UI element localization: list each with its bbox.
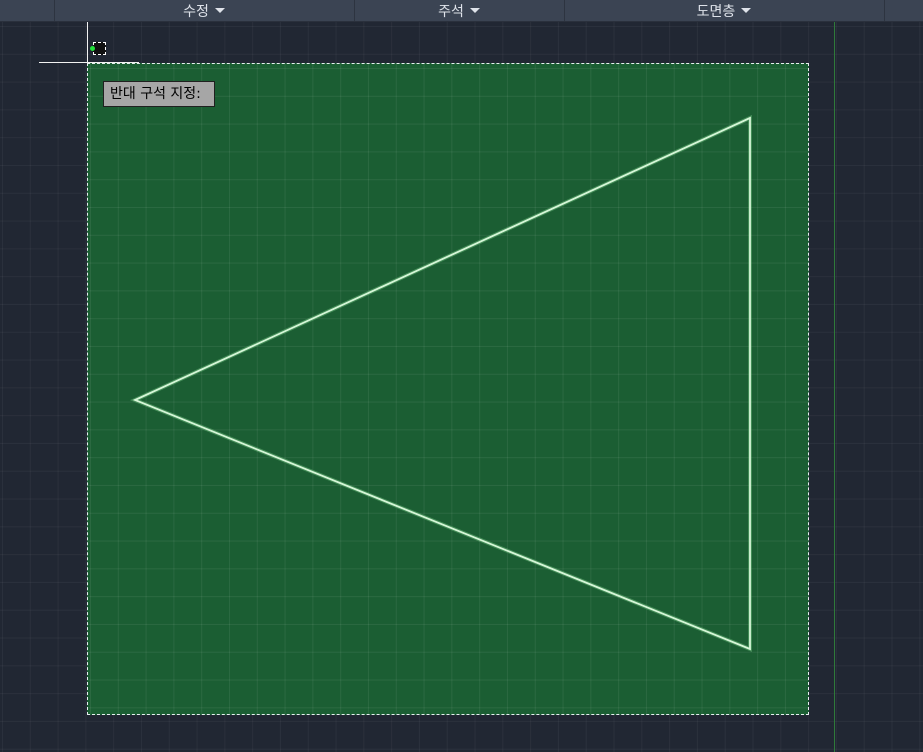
caret-down-icon xyxy=(214,8,225,13)
crosshair-vertical xyxy=(87,22,88,64)
ribbon-panel-modify[interactable]: 수정 xyxy=(54,0,354,21)
caret-down-icon xyxy=(741,8,752,13)
command-prompt-text: 반대 구석 지정: xyxy=(110,86,201,102)
drawing-canvas[interactable]: 반대 구석 지정: xyxy=(0,22,923,752)
ribbon-panel-title-bar: 수정 주석 도면층 xyxy=(0,0,923,22)
panel-label-annotation: 주석 xyxy=(438,3,464,20)
panel-label-modify: 수정 xyxy=(183,3,209,20)
pickbox-cursor-icon xyxy=(90,42,106,55)
caret-down-icon xyxy=(469,8,480,13)
snap-marker-icon xyxy=(90,46,95,51)
autocad-window: 수정 주석 도면층 반대 구석 지정: xyxy=(0,0,923,752)
ribbon-separator xyxy=(884,0,885,21)
ribbon-panel-annotation[interactable]: 주석 xyxy=(354,0,564,21)
crossing-selection-window xyxy=(87,63,809,715)
crosshair-horizontal xyxy=(39,62,139,63)
panel-label-layers: 도면층 xyxy=(696,3,736,20)
ucs-y-axis-line xyxy=(834,22,835,752)
dynamic-input-tooltip: 반대 구석 지정: xyxy=(103,81,215,107)
ribbon-panel-layers[interactable]: 도면층 xyxy=(564,0,884,21)
